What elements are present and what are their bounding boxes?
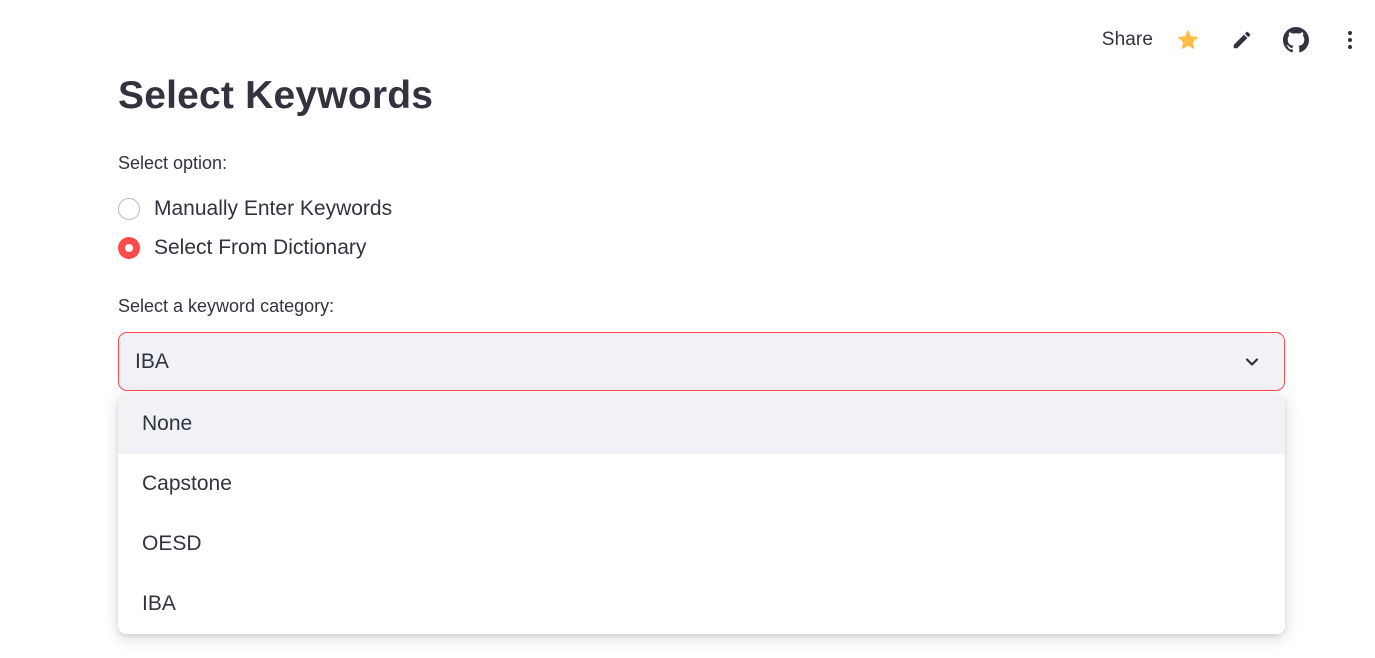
dropdown-option-capstone[interactable]: Capstone — [118, 454, 1285, 514]
share-button[interactable]: Share — [1102, 29, 1153, 51]
github-icon[interactable] — [1283, 27, 1309, 53]
option-label: Select option: — [118, 153, 228, 173]
radio-unchecked-icon[interactable] — [118, 198, 140, 220]
top-toolbar: Share — [1102, 22, 1375, 58]
radio-manual-entry[interactable]: Manually Enter Keywords — [118, 196, 392, 222]
radio-label: Select From Dictionary — [154, 236, 367, 259]
radio-checked-icon[interactable] — [118, 237, 140, 259]
category-select[interactable]: IBA — [118, 332, 1285, 391]
dropdown-option-none[interactable]: None — [118, 394, 1285, 454]
chevron-down-icon[interactable] — [1240, 350, 1264, 374]
page-title: Select Keywords — [118, 74, 434, 117]
dropdown-option-oesd[interactable]: OESD — [118, 514, 1285, 574]
star-icon[interactable] — [1175, 27, 1201, 53]
category-label: Select a keyword category: — [118, 296, 335, 316]
app-page: Share Select Keywords Select option: Man… — [0, 0, 1375, 658]
radio-select-dictionary[interactable]: Select From Dictionary — [118, 235, 366, 261]
dropdown-option-iba[interactable]: IBA — [118, 574, 1285, 634]
pencil-icon[interactable] — [1229, 27, 1255, 53]
select-value: IBA — [135, 349, 169, 373]
more-vertical-icon[interactable] — [1337, 27, 1363, 53]
category-dropdown-menu: None Capstone OESD IBA — [118, 394, 1285, 634]
radio-label: Manually Enter Keywords — [154, 197, 393, 220]
